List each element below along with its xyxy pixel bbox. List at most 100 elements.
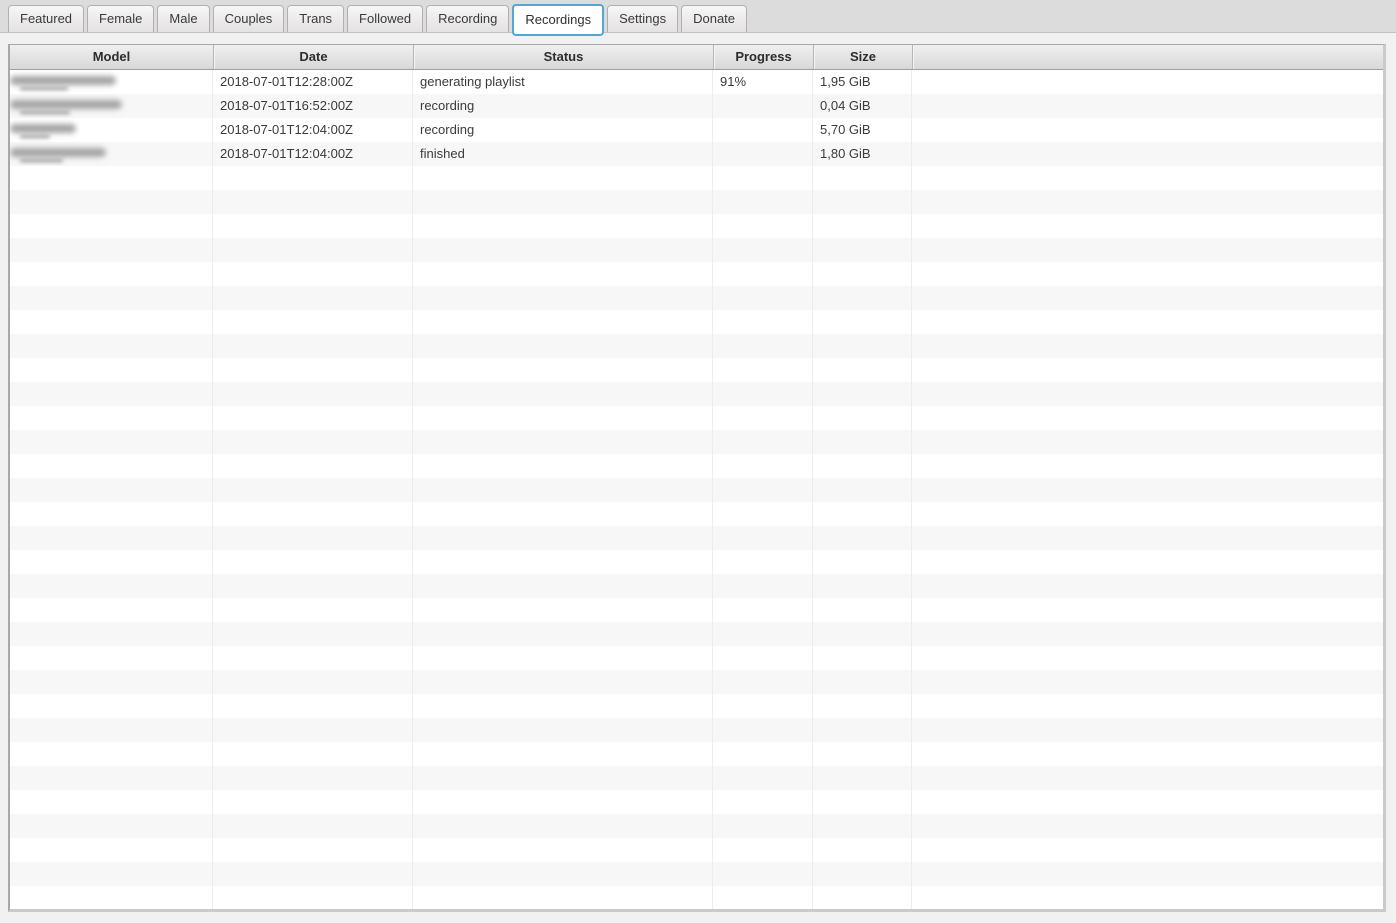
table-row-empty[interactable]	[10, 646, 1383, 670]
tab-male[interactable]: Male	[157, 5, 209, 32]
table-row-empty[interactable]	[10, 238, 1383, 262]
cell-status	[413, 742, 713, 766]
cell-status	[413, 310, 713, 334]
cell-filler	[912, 766, 1383, 790]
recordings-table: ModelDateStatusProgressSize 2018-07-01T1…	[8, 44, 1386, 912]
tab-female[interactable]: Female	[87, 5, 154, 32]
table-row-empty[interactable]	[10, 430, 1383, 454]
cell-date	[213, 166, 413, 190]
table-row-empty[interactable]	[10, 718, 1383, 742]
cell-filler	[912, 358, 1383, 382]
table-row-empty[interactable]	[10, 262, 1383, 286]
column-header-filler[interactable]	[912, 45, 1383, 69]
table-row-empty[interactable]	[10, 766, 1383, 790]
cell-progress	[713, 214, 813, 238]
cell-status	[413, 238, 713, 262]
cell-progress	[713, 310, 813, 334]
table-row-empty[interactable]	[10, 670, 1383, 694]
cell-model	[10, 142, 213, 166]
table-row[interactable]: 2018-07-01T12:04:00Zfinished1,80 GiB	[10, 142, 1383, 166]
cell-model	[10, 694, 213, 718]
table-row-empty[interactable]	[10, 214, 1383, 238]
table-row-empty[interactable]	[10, 886, 1383, 910]
cell-filler	[912, 166, 1383, 190]
cell-size: 1,95 GiB	[813, 70, 912, 94]
table-row-empty[interactable]	[10, 622, 1383, 646]
cell-model	[10, 670, 213, 694]
cell-filler	[912, 70, 1383, 94]
tab-featured[interactable]: Featured	[8, 5, 84, 32]
table-row-empty[interactable]	[10, 526, 1383, 550]
table-row-empty[interactable]	[10, 310, 1383, 334]
table-row-empty[interactable]	[10, 478, 1383, 502]
table-row-empty[interactable]	[10, 166, 1383, 190]
table-row-empty[interactable]	[10, 286, 1383, 310]
table-row-empty[interactable]	[10, 334, 1383, 358]
cell-filler	[912, 718, 1383, 742]
redacted-model-name	[10, 148, 106, 157]
cell-progress	[713, 742, 813, 766]
cell-progress	[713, 190, 813, 214]
column-header-size[interactable]: Size	[813, 45, 912, 69]
cell-status	[413, 598, 713, 622]
tab-recording[interactable]: Recording	[426, 5, 509, 32]
table-row-empty[interactable]	[10, 358, 1383, 382]
cell-model	[10, 766, 213, 790]
table-row-empty[interactable]	[10, 838, 1383, 862]
table-row[interactable]: 2018-07-01T12:28:00Zgenerating playlist9…	[10, 70, 1383, 94]
cell-size	[813, 574, 912, 598]
table-row-empty[interactable]	[10, 406, 1383, 430]
table-row-empty[interactable]	[10, 694, 1383, 718]
table-row-empty[interactable]	[10, 502, 1383, 526]
table-row-empty[interactable]	[10, 790, 1383, 814]
column-header-model[interactable]: Model	[10, 45, 213, 69]
table-row-empty[interactable]	[10, 862, 1383, 886]
table-row[interactable]: 2018-07-01T12:04:00Zrecording5,70 GiB	[10, 118, 1383, 142]
tab-donate[interactable]: Donate	[681, 5, 747, 32]
column-header-date[interactable]: Date	[213, 45, 413, 69]
cell-filler	[912, 526, 1383, 550]
tab-settings[interactable]: Settings	[607, 5, 678, 32]
cell-size	[813, 478, 912, 502]
table-row-empty[interactable]	[10, 742, 1383, 766]
redacted-model-name	[10, 100, 122, 109]
cell-model	[10, 574, 213, 598]
cell-progress	[713, 166, 813, 190]
cell-date	[213, 886, 413, 910]
table-row-empty[interactable]	[10, 454, 1383, 478]
tab-trans[interactable]: Trans	[287, 5, 344, 32]
tab-recordings[interactable]: Recordings	[512, 4, 604, 36]
cell-filler	[912, 262, 1383, 286]
cell-filler	[912, 742, 1383, 766]
cell-progress	[713, 454, 813, 478]
table-row-empty[interactable]	[10, 598, 1383, 622]
cell-progress	[713, 766, 813, 790]
cell-size	[813, 190, 912, 214]
cell-progress	[713, 406, 813, 430]
table-row-empty[interactable]	[10, 190, 1383, 214]
cell-filler	[912, 550, 1383, 574]
cell-status: recording	[413, 94, 713, 118]
cell-status	[413, 862, 713, 886]
table-row-empty[interactable]	[10, 382, 1383, 406]
cell-model	[10, 598, 213, 622]
tab-couples[interactable]: Couples	[213, 5, 285, 32]
cell-date	[213, 862, 413, 886]
column-header-status[interactable]: Status	[413, 45, 713, 69]
cell-status	[413, 622, 713, 646]
tab-followed[interactable]: Followed	[347, 5, 423, 32]
cell-date	[213, 502, 413, 526]
table-row-empty[interactable]	[10, 814, 1383, 838]
cell-date	[213, 406, 413, 430]
cell-size	[813, 454, 912, 478]
cell-progress	[713, 862, 813, 886]
column-header-progress[interactable]: Progress	[713, 45, 813, 69]
cell-status	[413, 718, 713, 742]
table-row[interactable]: 2018-07-01T16:52:00Zrecording0,04 GiB	[10, 94, 1383, 118]
cell-size	[813, 406, 912, 430]
table-row-empty[interactable]	[10, 574, 1383, 598]
cell-status	[413, 478, 713, 502]
cell-date	[213, 358, 413, 382]
cell-progress	[713, 262, 813, 286]
table-row-empty[interactable]	[10, 550, 1383, 574]
